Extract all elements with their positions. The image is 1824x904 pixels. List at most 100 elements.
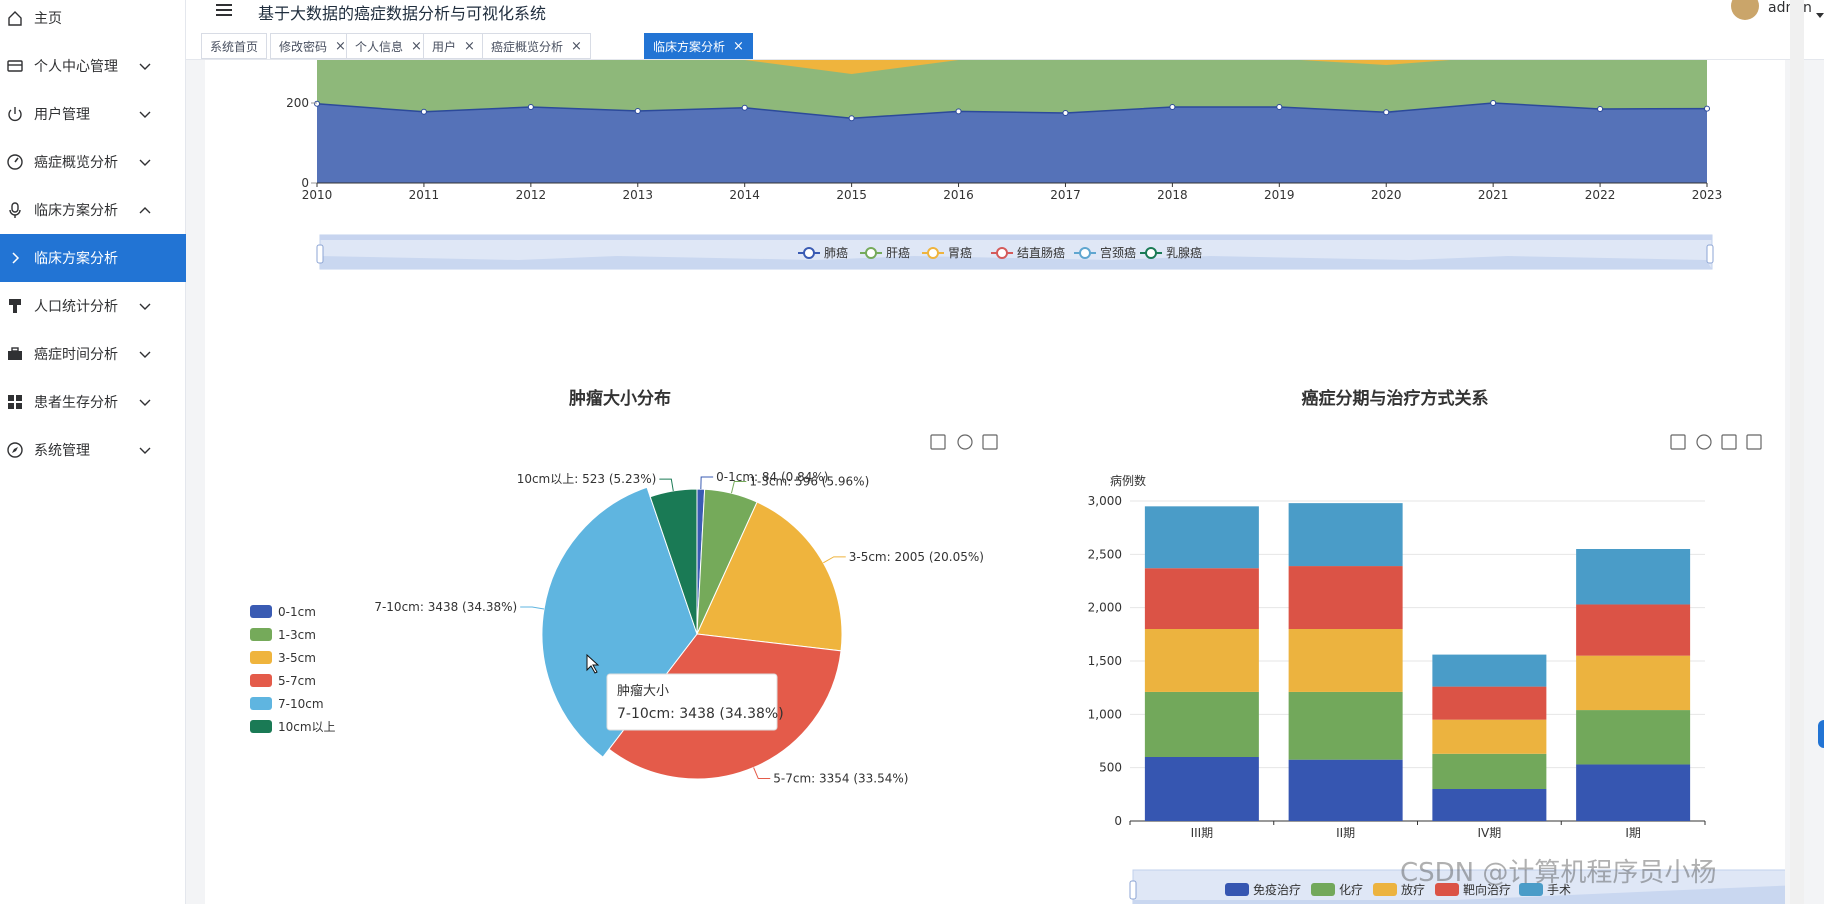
avatar[interactable] — [1731, 0, 1759, 20]
close-icon[interactable]: × — [571, 39, 582, 54]
legend-swatch — [1311, 883, 1335, 896]
legend-marker — [865, 247, 877, 259]
tab-3[interactable]: 用户 × — [423, 33, 484, 59]
chevron-down-icon[interactable] — [138, 155, 152, 169]
user-dropdown-icon[interactable] — [1816, 4, 1824, 18]
app-title: 基于大数据的癌症数据分析与可视化系统 — [258, 4, 547, 23]
area-series-lung — [317, 103, 1707, 183]
watermark: CSDN @计算机程序员小杨 — [1400, 858, 1717, 888]
bar-segment — [1576, 764, 1691, 821]
legend-label: 结直肠癌 — [1017, 245, 1065, 260]
close-icon[interactable]: × — [335, 39, 346, 54]
hamburger-menu-icon[interactable] — [216, 2, 232, 16]
x-tick-label: 2012 — [516, 188, 547, 202]
tooltip-text: 7-10cm: 3438 (34.38%) — [617, 706, 784, 722]
x-tick-label: 2018 — [1157, 188, 1188, 202]
tab-1[interactable]: 修改密码 × — [270, 33, 355, 59]
sidebar-item-7[interactable]: 癌症时间分析 — [0, 330, 186, 378]
legend-swatch — [250, 720, 272, 733]
page-scrollbar[interactable] — [1790, 0, 1804, 904]
bar-segment — [1576, 710, 1691, 765]
download-icon-shape — [930, 434, 946, 450]
tooltip-title: 肿瘤大小 — [617, 683, 669, 699]
area-point — [420, 108, 427, 115]
document-icon-shape — [982, 434, 998, 450]
sidebar-item-8[interactable]: 患者生存分析 — [0, 378, 186, 426]
tab-label: 用户 — [432, 39, 457, 54]
legend-label: 免疫治疗 — [1253, 882, 1301, 897]
chevron-down-icon[interactable] — [138, 107, 152, 121]
sidebar-item-label: 癌症时间分析 — [34, 347, 118, 363]
tab-4[interactable]: 癌症概览分析 × — [482, 33, 591, 59]
sidebar-item-4[interactable]: 临床方案分析 — [0, 186, 186, 234]
chevron-down-icon[interactable] — [138, 299, 152, 313]
x-tick-label: III期 — [1191, 826, 1214, 840]
document-icon[interactable] — [1721, 434, 1737, 450]
download-icon[interactable] — [1670, 434, 1686, 450]
legend-swatch — [250, 605, 272, 618]
x-tick-label: II期 — [1336, 826, 1355, 840]
sidebar-item-label: 患者生存分析 — [34, 395, 118, 411]
chevron-down-icon[interactable] — [138, 443, 152, 457]
tab-5[interactable]: 临床方案分析 × — [644, 33, 753, 59]
tab-bar: 系统首页 修改密码 × 个人信息 × 用户 × 癌症概览分析 × 临床方案分析 × — [186, 26, 1824, 60]
sidebar-item-1[interactable]: 个人中心管理 — [0, 42, 186, 90]
cube-icon[interactable] — [1746, 434, 1762, 450]
sidebar-item-3[interactable]: 癌症概览分析 — [0, 138, 186, 186]
close-icon[interactable]: × — [411, 39, 422, 54]
tab-label: 系统首页 — [210, 39, 259, 54]
bar-segment — [1432, 719, 1547, 754]
area-point — [1276, 104, 1283, 110]
y-tick-label: 3,000 — [1088, 494, 1122, 508]
card-icon — [6, 57, 24, 75]
sidebar-item-0[interactable]: 主页 — [0, 0, 186, 42]
pie-label-line — [823, 556, 846, 564]
chevron-down-icon[interactable] — [138, 347, 152, 361]
sidebar-item-5[interactable]: 临床方案分析 — [0, 234, 186, 282]
chevron-down-icon[interactable] — [138, 59, 152, 73]
close-icon[interactable]: × — [464, 39, 475, 54]
tab-0[interactable]: 系统首页 — [201, 33, 268, 59]
main-content: 0 200 2010 2011 2012 2013 2014 2015 2016 2017 2018… — [205, 60, 1785, 904]
bar-segment — [1288, 691, 1403, 760]
refresh-icon[interactable] — [1696, 434, 1712, 450]
chevron-down-icon[interactable] — [138, 395, 152, 409]
compass-icon — [6, 441, 24, 459]
pie-label-line — [520, 606, 545, 610]
bar-segment — [1144, 568, 1259, 629]
legend-swatch — [250, 628, 272, 641]
pie-label-line — [700, 476, 714, 490]
bar-segment — [1288, 759, 1403, 821]
area-point — [1383, 109, 1390, 116]
chevron-up-icon[interactable] — [138, 203, 152, 217]
tab-label: 临床方案分析 — [653, 39, 726, 54]
sidebar-item-label: 用户管理 — [34, 107, 90, 123]
area-point — [1490, 100, 1497, 106]
refresh-icon-shape — [957, 434, 973, 450]
sidebar-item-2[interactable]: 用户管理 — [0, 90, 186, 138]
download-icon[interactable] — [930, 434, 946, 450]
pie-label: 1-3cm: 596 (5.96%) — [749, 475, 869, 489]
sidebar-item-6[interactable]: 人口统计分析 — [0, 282, 186, 330]
side-float-button[interactable] — [1818, 720, 1824, 748]
x-tick-label: 2019 — [1264, 188, 1295, 202]
x-tick-label: 2010 — [302, 188, 333, 202]
x-tick-label: 2021 — [1478, 188, 1509, 202]
legend-label: 3-5cm — [278, 651, 316, 665]
tab-2[interactable]: 个人信息 × — [346, 33, 431, 59]
datazoom-handle-left — [1129, 880, 1137, 900]
legend-swatch — [250, 651, 272, 664]
document-icon[interactable] — [982, 434, 998, 450]
y-tick-label: 1,000 — [1088, 707, 1122, 721]
close-icon[interactable]: × — [733, 39, 744, 54]
legend-marker — [927, 247, 939, 259]
sidebar-item-9[interactable]: 系统管理 — [0, 426, 186, 474]
bar-segment — [1288, 629, 1403, 692]
refresh-icon[interactable] — [957, 434, 973, 450]
sidebar-item-label: 临床方案分析 — [34, 203, 118, 219]
legend-label: 5-7cm — [278, 674, 316, 688]
top-header: 基于大数据的癌症数据分析与可视化系统 admin — [186, 0, 1824, 26]
pie-label: 7-10cm: 3438 (34.38%) — [374, 600, 517, 614]
bar-segment — [1144, 506, 1259, 569]
bar-chart: 癌症分期与治疗方式关系病例数 0 500 1,000 1,500 2,000 2,500 3,… — [1088, 388, 1785, 904]
